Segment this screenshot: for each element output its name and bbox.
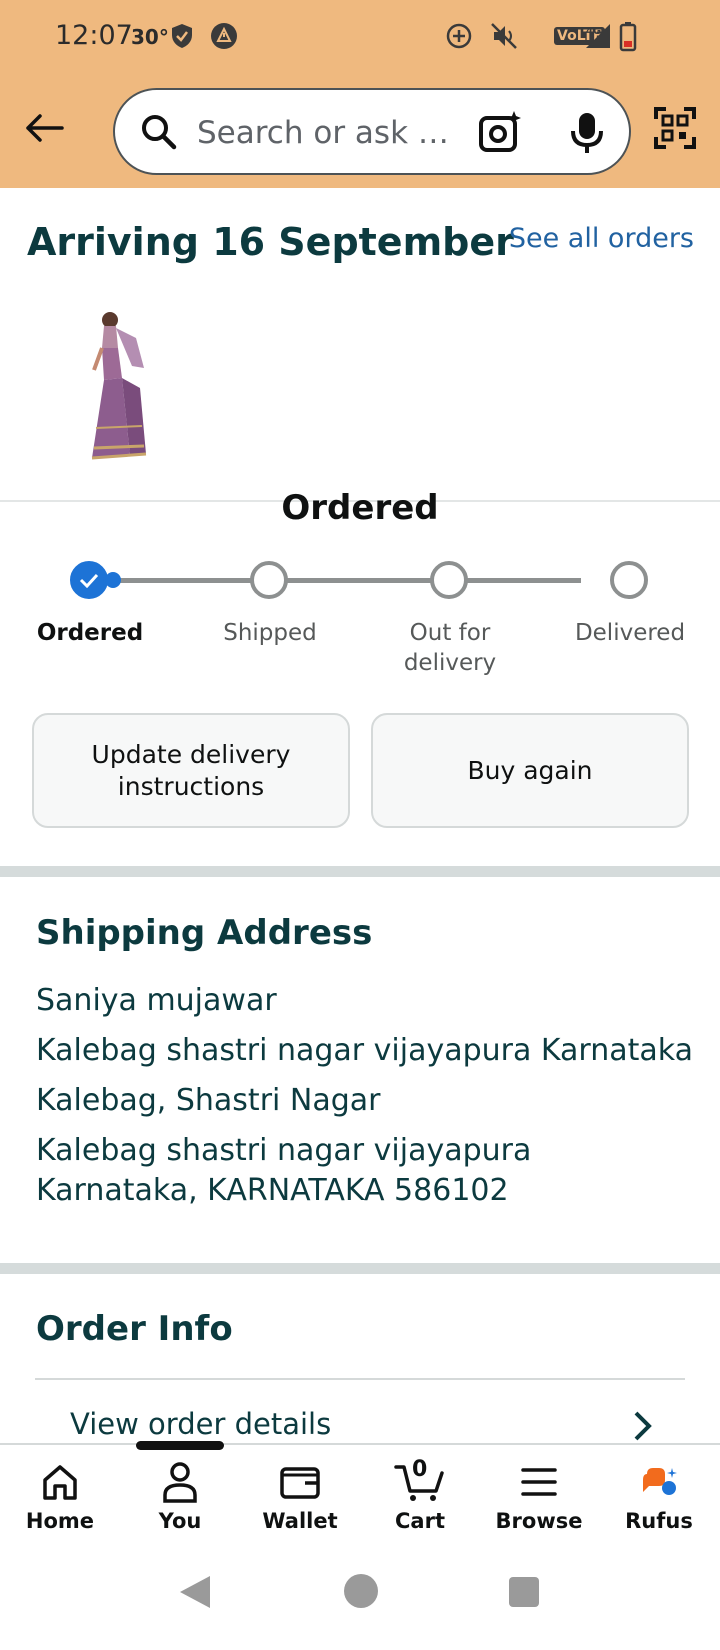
- status-bar: 12:07 30° VoLTE 4G: [0, 0, 720, 72]
- step-shipped-circle: [250, 561, 288, 599]
- search-icon: [139, 112, 179, 157]
- app-header: 12:07 30° VoLTE 4G: [0, 0, 720, 188]
- nav-browse-label: Browse: [495, 1509, 583, 1533]
- cart-count-badge: 0: [412, 1457, 428, 1482]
- microphone-icon[interactable]: [569, 111, 605, 160]
- update-delivery-instructions-button[interactable]: Update delivery instructions: [32, 713, 350, 828]
- wallet-icon: [245, 1459, 355, 1505]
- product-thumbnail[interactable]: [84, 308, 156, 460]
- step-out-for-delivery-circle: [430, 561, 468, 599]
- cart-icon: 0: [365, 1457, 475, 1505]
- battery-icon: [619, 22, 637, 57]
- section-divider-thick: [0, 866, 720, 877]
- address-line-1: Kalebag shastri nagar vijayapura Karnata…: [36, 1033, 694, 1068]
- nav-wallet-label: Wallet: [262, 1509, 338, 1533]
- system-navigation-bar: [0, 1548, 720, 1650]
- status-time: 12:07: [55, 20, 133, 51]
- data-saver-icon: [445, 22, 473, 55]
- step-label-out-for-delivery: Out for delivery: [403, 620, 497, 676]
- system-home-icon[interactable]: [343, 1573, 379, 1614]
- chevron-right-icon: [632, 1410, 654, 1447]
- qr-scanner-icon[interactable]: [654, 107, 696, 154]
- rufus-icon: [604, 1459, 714, 1505]
- nav-home-label: Home: [25, 1509, 95, 1533]
- address-line-3: Kalebag shastri nagar vijayapura Karnata…: [36, 1133, 532, 1208]
- order-status-heading: Ordered: [281, 488, 439, 528]
- mute-icon: [490, 22, 520, 55]
- step-label-ordered: Ordered: [36, 620, 144, 646]
- search-bar[interactable]: [113, 88, 631, 175]
- see-all-orders-link[interactable]: See all orders: [509, 223, 694, 254]
- search-input[interactable]: [197, 112, 457, 154]
- menu-icon: [484, 1459, 594, 1505]
- nav-wallet[interactable]: Wallet: [245, 1459, 355, 1533]
- scroll-indicator: [136, 1441, 224, 1450]
- tracker-line: [109, 578, 581, 583]
- address-name: Saniya mujawar: [36, 983, 277, 1018]
- arrow-left-icon: [26, 114, 64, 142]
- step-progress-dot: [105, 572, 121, 588]
- nav-cart[interactable]: 0 Cart: [365, 1457, 475, 1533]
- order-info-divider: [35, 1378, 685, 1380]
- svg-text:4G: 4G: [586, 26, 601, 37]
- step-label-delivered: Delivered: [574, 620, 686, 646]
- camera-search-icon[interactable]: [478, 110, 522, 159]
- nav-cart-label: Cart: [395, 1509, 445, 1533]
- shield-icon: [169, 22, 195, 55]
- step-label-shipped: Shipped: [223, 620, 317, 646]
- status-temperature: 30°: [131, 25, 169, 49]
- arriving-title: Arriving 16 September: [27, 220, 514, 264]
- system-back-icon[interactable]: [178, 1574, 212, 1615]
- back-button[interactable]: [22, 106, 66, 150]
- signal-icon: 4G: [584, 22, 612, 55]
- nav-you-label: You: [158, 1509, 202, 1533]
- view-order-details-label[interactable]: View order details: [70, 1407, 331, 1441]
- step-delivered-circle: [610, 561, 648, 599]
- nav-rufus[interactable]: Rufus: [604, 1459, 714, 1533]
- step-ordered-check: [70, 561, 108, 599]
- person-icon: [125, 1459, 235, 1505]
- nav-rufus-label: Rufus: [625, 1509, 693, 1533]
- address-line-2: Kalebag, Shastri Nagar: [36, 1083, 381, 1118]
- checkmark-icon: [79, 573, 99, 588]
- home-icon: [5, 1459, 115, 1505]
- nav-you[interactable]: You: [125, 1459, 235, 1533]
- shipping-address-title: Shipping Address: [36, 913, 373, 953]
- nav-home[interactable]: Home: [5, 1459, 115, 1533]
- system-recents-icon[interactable]: [508, 1576, 540, 1613]
- warning-icon: [210, 22, 238, 55]
- nav-browse[interactable]: Browse: [484, 1459, 594, 1533]
- section-divider-thick: [0, 1263, 720, 1274]
- bottom-navigation: Home You Wallet 0 Cart Browse Rufus: [0, 1443, 720, 1548]
- buy-again-button[interactable]: Buy again: [371, 713, 689, 828]
- order-info-title: Order Info: [36, 1309, 233, 1349]
